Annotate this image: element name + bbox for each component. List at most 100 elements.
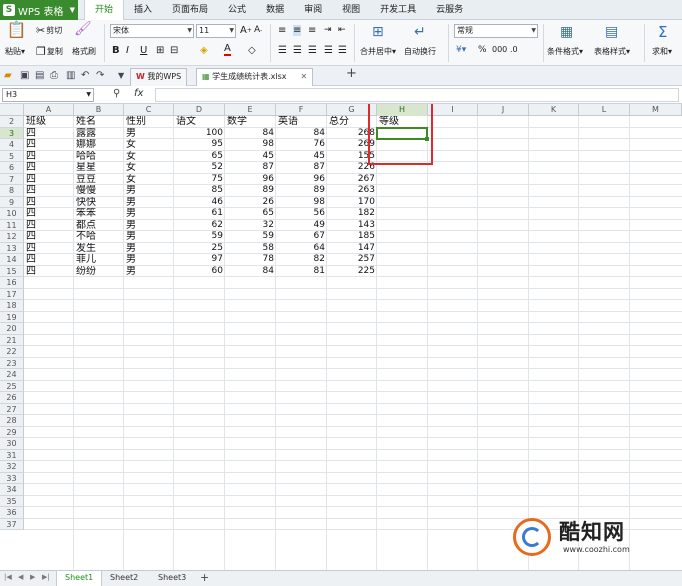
cell[interactable]: 32 (225, 220, 276, 232)
row-header[interactable]: 12 (0, 231, 24, 243)
column-header[interactable]: B (74, 104, 124, 116)
cell[interactable]: 143 (327, 220, 377, 232)
menu-tab[interactable]: 公式 (218, 0, 256, 20)
cell[interactable]: 四 (24, 174, 74, 186)
zoom-icon[interactable]: ⚲ (113, 88, 120, 99)
cell[interactable]: 四 (24, 197, 74, 209)
cell[interactable]: 82 (276, 254, 327, 266)
row-header[interactable]: 29 (0, 426, 24, 438)
row-header[interactable]: 24 (0, 369, 24, 381)
cell[interactable]: 96 (276, 174, 327, 186)
cell[interactable]: 78 (225, 254, 276, 266)
cell[interactable]: 四 (24, 128, 74, 140)
add-sheet-button[interactable]: + (200, 571, 209, 585)
doc-tab-spreadsheet[interactable]: ▦ 学生成绩统计表.xlsx ✕ (196, 68, 314, 86)
row-header[interactable]: 16 (0, 277, 24, 289)
cell[interactable]: 25 (174, 243, 225, 255)
column-header[interactable]: E (225, 104, 276, 116)
cell[interactable]: 男 (124, 266, 174, 278)
cell[interactable]: 四 (24, 162, 74, 174)
row-header[interactable]: 11 (0, 219, 24, 231)
cell[interactable]: 26 (225, 197, 276, 209)
cell[interactable]: 56 (276, 208, 327, 220)
sheet-tab[interactable]: Sheet2 (102, 571, 146, 586)
row-header[interactable]: 30 (0, 438, 24, 450)
row-header[interactable]: 37 (0, 518, 24, 530)
align-right-icon[interactable]: ☰ (308, 45, 317, 56)
row-header[interactable]: 31 (0, 449, 24, 461)
cell[interactable] (377, 231, 428, 243)
font-family-select[interactable]: 宋体 ▼ (110, 24, 194, 38)
doc-tab-my-wps[interactable]: W 我的WPS (130, 68, 188, 86)
column-header[interactable]: K (529, 104, 579, 116)
cell[interactable]: 95 (174, 139, 225, 151)
cell[interactable]: 露露 (74, 128, 124, 140)
increase-font-button[interactable]: A + (240, 25, 252, 36)
cell[interactable]: 84 (276, 128, 327, 140)
cell[interactable]: 61 (174, 208, 225, 220)
name-box[interactable]: H3 ▼ (2, 88, 94, 102)
merge-icon[interactable]: ⊞ (372, 24, 384, 40)
export-icon[interactable]: ▥ (66, 70, 75, 82)
cell[interactable]: 英语 (276, 116, 327, 128)
cell[interactable]: 97 (174, 254, 225, 266)
number-format-select[interactable]: 常规 ▼ (454, 24, 538, 38)
cell[interactable] (377, 243, 428, 255)
cell[interactable]: 49 (276, 220, 327, 232)
cell[interactable]: 慢慢 (74, 185, 124, 197)
cell[interactable]: 男 (124, 185, 174, 197)
cell[interactable]: 67 (276, 231, 327, 243)
function-icon[interactable]: fx (134, 88, 143, 99)
justify-icon[interactable]: ☰ (324, 45, 333, 56)
column-header[interactable]: I (428, 104, 478, 116)
border-icon[interactable]: ⊞ (156, 45, 164, 56)
cell[interactable]: 娜娜 (74, 139, 124, 151)
column-header[interactable]: C (124, 104, 174, 116)
distribute-icon[interactable]: ☰ (338, 45, 347, 56)
paste-label[interactable]: 粘贴 ▾ (5, 46, 25, 57)
cell[interactable]: 185 (327, 231, 377, 243)
cell[interactable]: 四 (24, 208, 74, 220)
redo-icon[interactable]: ↷ (96, 70, 104, 82)
indent-icon[interactable]: ⇥ (324, 25, 332, 35)
first-sheet-icon[interactable]: |◀ (4, 573, 12, 581)
sigma-icon[interactable]: Σ (658, 23, 667, 41)
cell[interactable]: 89 (276, 185, 327, 197)
cell[interactable]: 男 (124, 208, 174, 220)
cell[interactable]: 菲儿 (74, 254, 124, 266)
cell[interactable]: 不哈 (74, 231, 124, 243)
menu-tab[interactable]: 开发工具 (370, 0, 426, 20)
app-menu-button[interactable]: S WPS 表格 ▼ (0, 0, 78, 20)
undo-icon[interactable]: ↶ (81, 70, 89, 82)
currency-icon[interactable]: ¥▾ (456, 45, 466, 55)
fill-color-icon[interactable]: ◈ (200, 45, 208, 56)
column-header[interactable]: A (24, 104, 74, 116)
row-header[interactable]: 14 (0, 254, 24, 266)
spreadsheet-grid[interactable]: ABCDEFGHIJKLM 2 3 4 5 6 7 8 9 10 11 12 13 14 15 16 17 18… (0, 104, 682, 570)
open-folder-icon[interactable]: ▰ (4, 70, 12, 82)
row-header[interactable]: 4 (0, 139, 24, 151)
italic-button[interactable]: I (126, 45, 129, 56)
sheet-tab[interactable]: Sheet3 (150, 571, 194, 586)
cell[interactable]: 170 (327, 197, 377, 209)
cell[interactable]: 语文 (174, 116, 225, 128)
bold-button[interactable]: B (112, 45, 120, 56)
cell[interactable]: 267 (327, 174, 377, 186)
cell[interactable]: 84 (225, 128, 276, 140)
align-bottom-icon[interactable]: ≡ (308, 25, 316, 36)
column-header[interactable]: L (579, 104, 630, 116)
cell[interactable]: 60 (174, 266, 225, 278)
menu-tab[interactable]: 云服务 (426, 0, 473, 20)
cell[interactable]: 65 (225, 208, 276, 220)
cell[interactable]: 59 (174, 231, 225, 243)
cell[interactable] (377, 185, 428, 197)
row-header[interactable]: 35 (0, 495, 24, 507)
cell[interactable]: 75 (174, 174, 225, 186)
cell[interactable]: 81 (276, 266, 327, 278)
cell[interactable]: 星星 (74, 162, 124, 174)
cell[interactable]: 257 (327, 254, 377, 266)
cell[interactable]: 59 (225, 231, 276, 243)
cell[interactable]: 哈哈 (74, 151, 124, 163)
row-header[interactable]: 34 (0, 484, 24, 496)
row-header[interactable]: 32 (0, 461, 24, 473)
